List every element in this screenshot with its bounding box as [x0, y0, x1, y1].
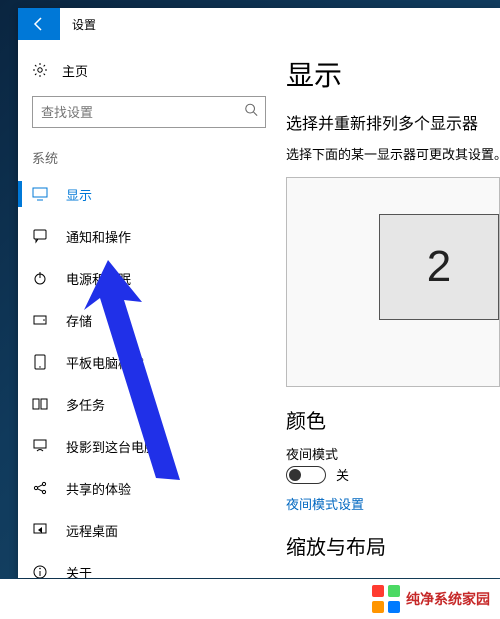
site-logo-icon — [372, 585, 400, 613]
storage-icon — [32, 312, 48, 328]
rearrange-heading: 选择并重新排列多个显示器 — [286, 110, 500, 134]
page-title: 显示 — [286, 54, 500, 94]
nav-label: 共享的体验 — [66, 479, 131, 498]
project-icon — [32, 438, 48, 454]
share-icon — [32, 480, 48, 496]
scale-heading: 缩放与布局 — [286, 531, 500, 560]
toggle-track — [286, 466, 326, 484]
nav-item-about[interactable]: 关于 — [18, 551, 280, 578]
night-mode-label: 夜间模式 — [286, 444, 500, 463]
nav-item-multitask[interactable]: 多任务 — [18, 383, 280, 425]
night-mode-toggle[interactable]: 关 — [286, 465, 349, 484]
site-name: 纯净系统家园 — [406, 589, 490, 609]
sidebar: 主页 系统 显示 通知和操作 — [18, 40, 280, 578]
nav-item-remote[interactable]: 远程桌面 — [18, 509, 280, 551]
section-label: 系统 — [18, 142, 280, 173]
nav-label: 多任务 — [66, 395, 105, 414]
chat-icon — [32, 228, 48, 244]
nav-label: 投影到这台电脑 — [66, 437, 157, 456]
monitor-icon — [32, 186, 48, 202]
arrow-left-icon — [31, 16, 47, 32]
toggle-state: 关 — [336, 465, 349, 484]
search-wrap — [32, 96, 266, 128]
power-icon — [32, 270, 48, 286]
home-button[interactable]: 主页 — [18, 50, 280, 90]
nav-item-tablet[interactable]: 平板电脑模式 — [18, 341, 280, 383]
nav-item-power[interactable]: 电源和睡眠 — [18, 257, 280, 299]
search-icon — [244, 103, 258, 122]
info-icon — [32, 564, 48, 578]
back-button[interactable] — [18, 8, 60, 40]
nav-item-display[interactable]: 显示 — [18, 173, 280, 215]
nav-label: 远程桌面 — [66, 521, 118, 540]
titlebar: 设置 — [18, 8, 500, 40]
nav-label: 电源和睡眠 — [66, 269, 131, 288]
tablet-icon — [32, 354, 48, 370]
color-heading: 颜色 — [286, 405, 500, 434]
nav-item-storage[interactable]: 存储 — [18, 299, 280, 341]
settings-window: 设置 主页 系统 显示 — [18, 8, 500, 578]
footer-bar: 纯净系统家园 — [0, 579, 500, 619]
display-box-2[interactable]: 2 — [379, 214, 499, 320]
nav-label: 关于 — [66, 563, 92, 579]
search-input[interactable] — [32, 96, 266, 128]
nav-label: 显示 — [66, 185, 92, 204]
rearrange-desc: 选择下面的某一显示器可更改其设置。某 — [286, 144, 500, 163]
toggle-thumb — [289, 469, 301, 481]
remote-icon — [32, 522, 48, 538]
nav-item-projecting[interactable]: 投影到这台电脑 — [18, 425, 280, 467]
display-arrange-area[interactable]: 2 — [286, 177, 500, 387]
multitask-icon — [32, 396, 48, 412]
night-mode-settings-link[interactable]: 夜间模式设置 — [286, 494, 500, 513]
nav-label: 平板电脑模式 — [66, 353, 144, 372]
nav-item-notifications[interactable]: 通知和操作 — [18, 215, 280, 257]
display-number: 2 — [427, 242, 451, 292]
home-label: 主页 — [62, 61, 88, 80]
nav-item-shared[interactable]: 共享的体验 — [18, 467, 280, 509]
nav-label: 通知和操作 — [66, 227, 131, 246]
nav-label: 存储 — [66, 311, 92, 330]
content-pane: 显示 选择并重新排列多个显示器 选择下面的某一显示器可更改其设置。某 2 颜色 … — [280, 40, 500, 578]
window-title: 设置 — [60, 16, 96, 33]
gear-icon — [32, 62, 48, 78]
